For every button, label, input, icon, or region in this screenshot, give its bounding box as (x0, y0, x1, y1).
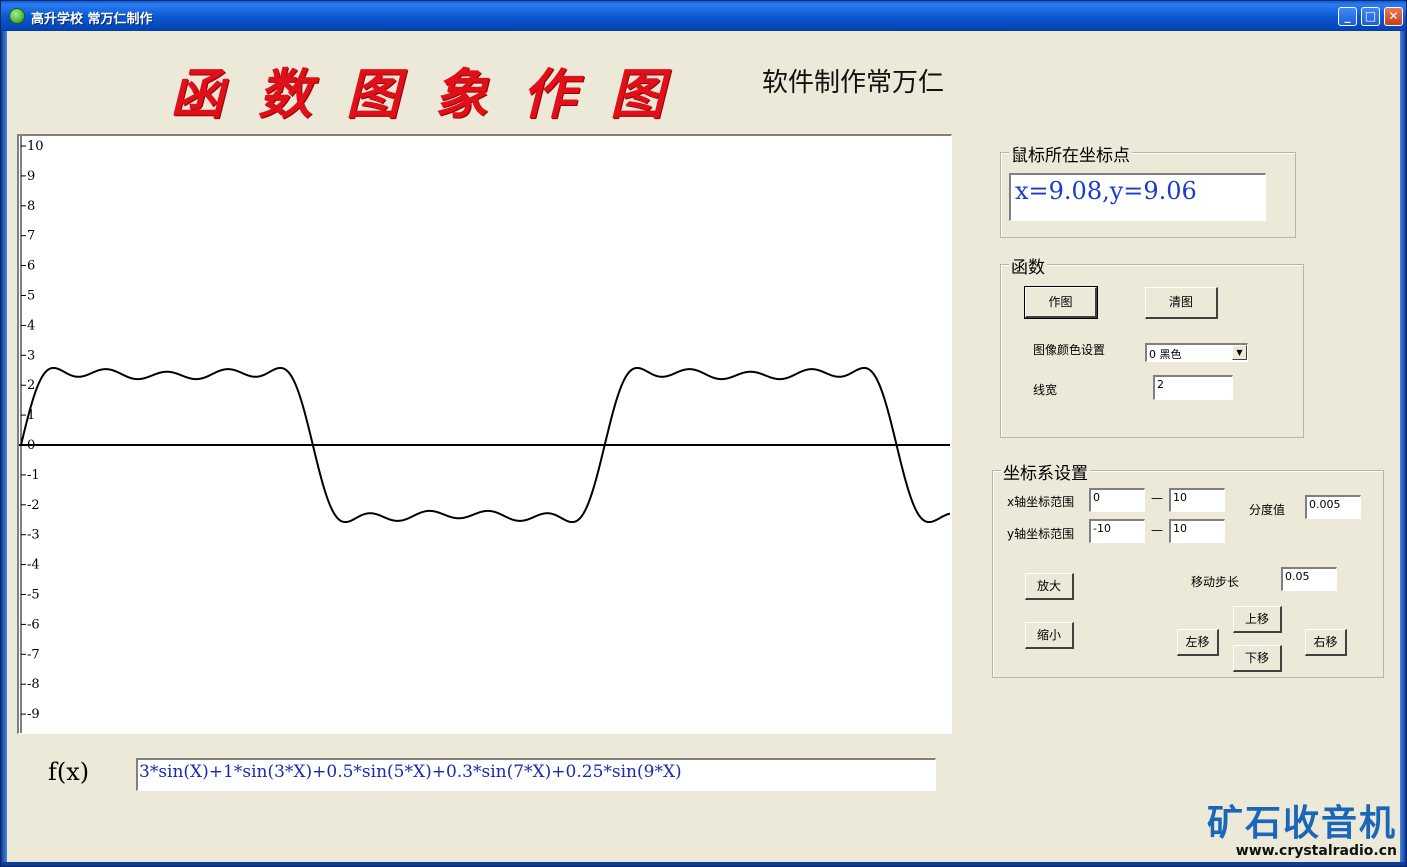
y-tick-label: -1 (27, 468, 40, 483)
y-range-label: y轴坐标范围 (1007, 527, 1075, 541)
zoom-in-button[interactable]: 放大 (1025, 573, 1074, 600)
author-subtitle: 软件制作常万仁 (762, 68, 945, 98)
x-max-input[interactable]: 10 (1169, 488, 1225, 512)
x-range-label: x轴坐标范围 (1007, 495, 1075, 509)
move-down-button[interactable]: 下移 (1233, 645, 1282, 672)
step-label: 分度值 (1249, 503, 1286, 517)
zoom-out-button[interactable]: 缩小 (1025, 622, 1074, 649)
move-step-label: 移动步长 (1191, 575, 1240, 589)
mouse-coordinate-label: 鼠标所在坐标点 (1009, 141, 1132, 166)
y-tick-label: -2 (27, 498, 40, 513)
y-tick-label: -9 (27, 707, 40, 722)
watermark: 矿石收音机 www.crystalradio.cn (1206, 803, 1397, 860)
app-icon (9, 8, 25, 24)
y-tick-label: -6 (27, 617, 40, 632)
move-up-button[interactable]: 上移 (1233, 606, 1282, 633)
window-frame-left (1, 31, 7, 862)
minimize-button[interactable]: _ (1338, 7, 1357, 26)
draw-button[interactable]: 作图 (1024, 286, 1098, 319)
y-tick-label: 4 (27, 318, 35, 333)
x-range-dash: — (1151, 491, 1163, 505)
formula-input[interactable]: 3*sin(X)+1*sin(3*X)+0.5*sin(5*X)+0.3*sin… (136, 758, 936, 791)
close-button[interactable]: ✕ (1384, 7, 1403, 26)
y-tick-label: 6 (27, 259, 35, 274)
color-setting-label: 图像颜色设置 (1033, 343, 1106, 357)
y-tick-label: -8 (27, 677, 40, 692)
y-range-dash: — (1151, 523, 1163, 537)
y-tick-label: 8 (27, 199, 35, 214)
window-frame-bottom (1, 862, 1406, 866)
y-tick-label: -3 (27, 528, 40, 543)
title-bar[interactable]: 高升学校 常万仁制作 _ □ ✕ (1, 1, 1406, 31)
x-min-input[interactable]: 0 (1089, 488, 1145, 512)
function-group-label: 函数 (1009, 253, 1047, 278)
axis-settings-label: 坐标系设置 (1001, 459, 1090, 484)
plot-canvas[interactable]: 109876543210-1-2-3-4-5-6-7-8-9 (17, 134, 952, 734)
y-tick-label: 2 (27, 378, 35, 393)
move-right-button[interactable]: 右移 (1305, 629, 1347, 656)
y-tick-label: 7 (27, 229, 35, 244)
mouse-coordinate-group: 鼠标所在坐标点 x=9.08,y=9.06 (1000, 141, 1296, 238)
clear-button[interactable]: 清图 (1145, 287, 1218, 319)
axis-settings-group: 坐标系设置 x轴坐标范围 0 — 10 分度值 0.005 y轴坐标范围 -10… (992, 459, 1384, 678)
y-tick-label: 5 (27, 289, 35, 304)
maximize-button[interactable]: □ (1361, 7, 1380, 26)
watermark-logo: 矿石收音机 (1206, 803, 1397, 844)
y-tick-label: -5 (27, 588, 40, 603)
step-input[interactable]: 0.005 (1305, 495, 1361, 519)
color-select[interactable]: 0 黑色 ▼ (1145, 343, 1248, 362)
line-width-label: 线宽 (1033, 383, 1058, 397)
y-min-input[interactable]: -10 (1089, 519, 1145, 543)
y-tick-label: -4 (27, 558, 40, 573)
mouse-coordinate-display: x=9.08,y=9.06 (1009, 173, 1266, 221)
watermark-url: www.crystalradio.cn (1235, 843, 1397, 859)
function-group: 函数 作图 清图 图像颜色设置 0 黑色 ▼ 线宽 2 (1000, 253, 1304, 438)
app-banner-title: 函数图象作图 (170, 62, 698, 126)
line-width-input[interactable]: 2 (1153, 375, 1233, 400)
window-title: 高升学校 常万仁制作 (31, 12, 153, 27)
move-left-button[interactable]: 左移 (1177, 629, 1219, 656)
y-tick-label: -7 (27, 647, 40, 662)
dropdown-arrow-icon[interactable]: ▼ (1232, 345, 1247, 360)
y-tick-label: 3 (27, 348, 35, 363)
y-tick-label: 9 (27, 169, 35, 184)
move-step-input[interactable]: 0.05 (1281, 567, 1337, 591)
y-tick-label: 10 (27, 139, 44, 154)
formula-label: f(x) (48, 758, 90, 786)
function-graph: 109876543210-1-2-3-4-5-6-7-8-9 (19, 136, 950, 733)
color-select-value: 0 黑色 (1149, 348, 1182, 361)
y-max-input[interactable]: 10 (1169, 519, 1225, 543)
window-frame-right (1400, 31, 1406, 862)
